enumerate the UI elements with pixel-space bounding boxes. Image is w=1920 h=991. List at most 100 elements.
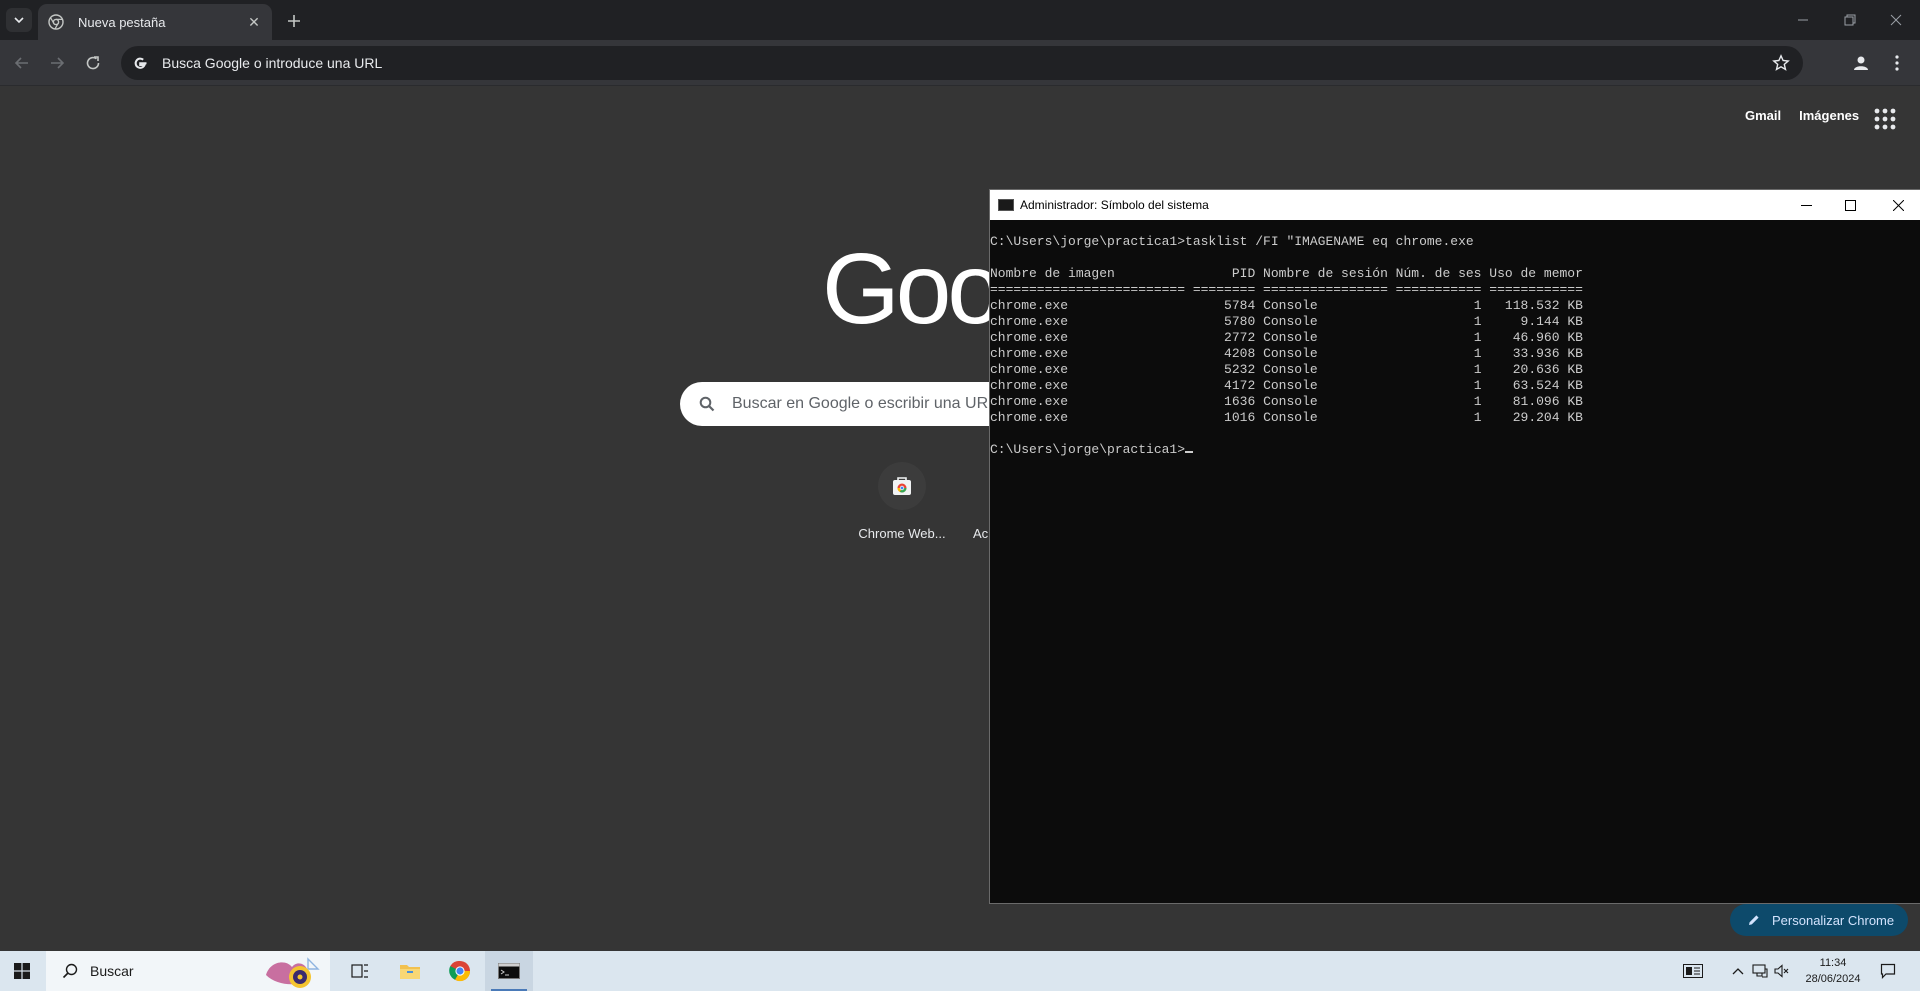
taskbar-task-view[interactable] (336, 951, 384, 991)
cmd-table-separator: ========================= ======== =====… (990, 282, 1583, 297)
back-button[interactable] (9, 50, 35, 76)
cmd-cell-pid: 1636 (1185, 394, 1256, 409)
desktop: Nueva pestaña ✕ Busca Google o introduce… (0, 0, 1920, 991)
close-tab-icon[interactable]: ✕ (246, 14, 262, 30)
news-icon (1683, 964, 1703, 978)
tab-search-button[interactable] (6, 8, 32, 32)
chevron-down-icon (14, 17, 24, 24)
cmd-table-header: Nombre de imagen PID Nombre de sesión Nú… (990, 266, 1583, 281)
cmd-command-line: C:\Users\jorge\practica1>tasklist /FI "I… (990, 234, 1474, 249)
tray-show-hidden[interactable] (1728, 951, 1748, 991)
omnibox[interactable]: Busca Google o introduce una URL (121, 46, 1803, 80)
reload-icon (86, 56, 100, 70)
windows-logo-icon (14, 963, 30, 979)
cmd-cell-session: Console (1255, 298, 1388, 313)
notification-center-button[interactable] (1872, 951, 1904, 991)
restore-button[interactable] (1827, 0, 1873, 40)
more-vertical-icon (1895, 55, 1899, 71)
cmd-table-row: chrome.exe 1636 Console 1 81.096 KB (990, 394, 1920, 410)
minimize-icon (1800, 204, 1812, 206)
taskbar-clock[interactable]: 11:34 28/06/2024 (1798, 955, 1868, 987)
taskbar-chrome[interactable] (436, 951, 484, 991)
cmd-cell-session: Console (1255, 362, 1388, 377)
cmd-cell-image: chrome.exe (990, 410, 1186, 425)
cmd-cell-mem: 9.144 KB (1481, 314, 1583, 329)
customize-chrome-button[interactable]: Personalizar Chrome (1730, 904, 1908, 936)
cmd-cell-image: chrome.exe (990, 346, 1186, 361)
cmd-icon (498, 963, 520, 979)
taskbar-file-explorer[interactable] (386, 951, 434, 991)
google-logo: Goo (822, 233, 1003, 345)
cmd-cell-image: chrome.exe (990, 378, 1186, 393)
cmd-cell-pid: 4172 (1185, 378, 1256, 393)
arrow-left-icon (14, 57, 28, 69)
chrome-menu-button[interactable] (1884, 50, 1910, 76)
cmd-table-row: chrome.exe 4208 Console 1 33.936 KB (990, 346, 1920, 362)
tray-volume[interactable] (1772, 951, 1792, 991)
command-prompt-window[interactable]: Administrador: Símbolo del sistema C:\Us… (990, 190, 1920, 903)
cmd-cell-mem: 81.096 KB (1481, 394, 1583, 409)
shortcut-label: Ac (973, 526, 989, 541)
cmd-cell-image: chrome.exe (990, 362, 1186, 377)
taskbar-search-label: Buscar (90, 963, 134, 979)
cmd-cell-session: Console (1255, 410, 1388, 425)
tab-new-tab[interactable]: Nueva pestaña ✕ (38, 4, 272, 40)
ntp-search-placeholder: Buscar en Google o escribir una URL (732, 395, 998, 412)
cmd-titlebar[interactable]: Administrador: Símbolo del sistema (990, 190, 1920, 220)
minimize-button[interactable] (1780, 0, 1826, 40)
cmd-maximize-button[interactable] (1828, 190, 1872, 220)
search-icon (62, 963, 78, 979)
omnibox-placeholder: Busca Google o introduce una URL (162, 55, 383, 71)
cmd-cell-session: Console (1255, 394, 1388, 409)
arrow-right-icon (51, 57, 65, 69)
tray-news-widget[interactable] (1676, 951, 1710, 991)
close-window-button[interactable] (1873, 0, 1919, 40)
cmd-table-row: chrome.exe 5780 Console 1 9.144 KB (990, 314, 1920, 330)
tray-network[interactable] (1750, 951, 1770, 991)
profile-button[interactable] (1848, 50, 1874, 76)
search-highlight-image (266, 957, 320, 988)
profile-icon (1854, 56, 1868, 70)
cmd-minimize-button[interactable] (1784, 190, 1828, 220)
cmd-close-button[interactable] (1876, 190, 1920, 220)
cmd-console-output[interactable]: C:\Users\jorge\practica1>tasklist /FI "I… (990, 234, 1920, 894)
bookmark-star-icon[interactable] (1769, 51, 1793, 75)
cmd-table-row: chrome.exe 5784 Console 1 118.532 KB (990, 298, 1920, 314)
file-explorer-icon (400, 965, 420, 979)
taskbar-cmd[interactable] (485, 951, 533, 991)
cmd-table-row: chrome.exe 1016 Console 1 29.204 KB (990, 410, 1920, 426)
tab-strip: Nueva pestaña ✕ (0, 0, 1920, 40)
google-apps-icon[interactable] (1872, 106, 1898, 132)
cmd-table-row: chrome.exe 5232 Console 1 20.636 KB (990, 362, 1920, 378)
cmd-cell-mem: 20.636 KB (1481, 362, 1583, 377)
task-view-icon (351, 964, 368, 978)
cmd-cell-session: Console (1255, 378, 1388, 393)
cmd-cell-num: 1 (1387, 394, 1482, 409)
cmd-cell-num: 1 (1387, 346, 1482, 361)
chrome-web-store-icon (893, 477, 911, 495)
gmail-link[interactable]: Gmail (1745, 108, 1781, 123)
reload-button[interactable] (80, 50, 106, 76)
chrome-icon (449, 960, 471, 982)
cmd-cell-pid: 5780 (1185, 314, 1256, 329)
cmd-cursor (1185, 451, 1194, 453)
notification-icon (1880, 963, 1896, 979)
forward-button[interactable] (44, 50, 70, 76)
cmd-cell-pid: 2772 (1185, 330, 1256, 345)
cmd-cell-session: Console (1255, 346, 1388, 361)
cmd-cell-mem: 33.936 KB (1481, 346, 1583, 361)
pencil-icon (1746, 912, 1762, 928)
ntp-top-links: Gmail Imágenes (1745, 108, 1859, 123)
start-button[interactable] (0, 951, 44, 991)
cmd-cell-pid: 4208 (1185, 346, 1256, 361)
shortcut-chrome-web-store[interactable]: Chrome Web... (854, 462, 950, 541)
taskbar-search-box[interactable]: Buscar (46, 951, 330, 991)
cmd-prompt-line: C:\Users\jorge\practica1> (990, 442, 1920, 458)
new-tab-button[interactable] (282, 9, 306, 33)
images-link[interactable]: Imágenes (1799, 108, 1859, 123)
tab-title: Nueva pestaña (78, 14, 166, 30)
shortcut-icon-bg (878, 462, 926, 510)
cmd-cell-mem: 118.532 KB (1481, 298, 1583, 313)
cmd-cell-num: 1 (1387, 314, 1482, 329)
shortcut-add[interactable]: Ac (950, 462, 990, 541)
